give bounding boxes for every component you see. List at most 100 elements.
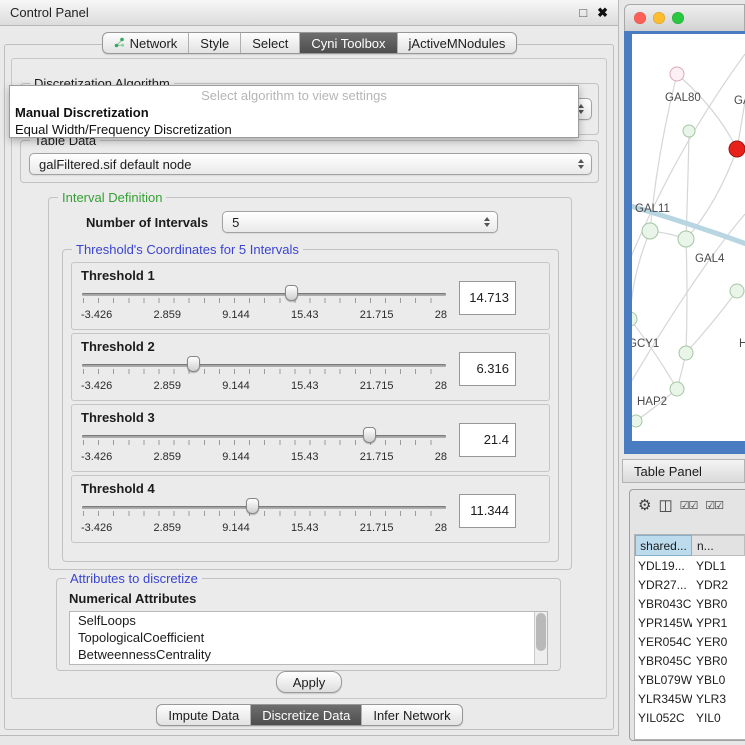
threshold-slider[interactable] [81, 427, 447, 448]
cell-shared-name[interactable]: YLR345W [635, 692, 692, 706]
threshold-value-field[interactable]: 6.316 [459, 352, 516, 386]
network-edge[interactable] [632, 319, 677, 389]
close-traffic-light-icon[interactable] [634, 12, 646, 24]
attribute-list-scrollbar[interactable] [534, 612, 547, 664]
attribute-list[interactable]: SelfLoopsTopologicalCoefficientBetweenne… [69, 611, 548, 665]
control-panel-titlebar[interactable]: Control Panel □ ✖ [0, 0, 618, 26]
table-row[interactable]: YLR345WYLR3 [635, 689, 745, 708]
network-edge[interactable] [686, 291, 737, 353]
network-node-green[interactable] [642, 223, 658, 239]
float-icon[interactable]: □ [579, 5, 587, 20]
tab-cyni-toolbox[interactable]: Cyni Toolbox [300, 33, 397, 53]
zoom-traffic-light-icon[interactable] [672, 12, 684, 24]
threshold-value-field[interactable]: 11.344 [459, 494, 516, 528]
network-window-titlebar[interactable] [624, 4, 745, 31]
cell-shared-name[interactable]: YER054C [635, 635, 692, 649]
network-node-green[interactable] [679, 346, 693, 360]
table-row[interactable]: YPR145WYPR1 [635, 613, 745, 632]
threshold-slider[interactable] [81, 356, 447, 377]
network-canvas[interactable]: GAL80GAGAL11GAL4GCY1HHAP2 [632, 34, 745, 441]
slider-track[interactable] [82, 506, 446, 509]
cell-name[interactable]: YDR2 [692, 578, 745, 592]
table-row[interactable]: YBL079WYBL0 [635, 670, 745, 689]
scrollbar-thumb[interactable] [536, 613, 546, 651]
attribute-list-item[interactable]: BetweennessCentrality [70, 646, 547, 663]
cell-name[interactable]: YER0 [692, 635, 745, 649]
network-node-green[interactable] [678, 231, 694, 247]
tab-style[interactable]: Style [189, 33, 241, 53]
network-node-green[interactable] [632, 312, 637, 326]
table-row[interactable]: YBR045CYBR0 [635, 651, 745, 670]
tab-jactivemnodules[interactable]: jActiveMNodules [398, 33, 517, 53]
slider-ticks [83, 440, 445, 445]
network-node-green[interactable] [730, 284, 744, 298]
slider-thumb[interactable] [363, 427, 376, 443]
table-panel-titlebar[interactable]: Table Panel [622, 459, 745, 483]
control-panel-window: Control Panel □ ✖ NetworkStyleSelectCyni… [0, 0, 619, 736]
network-node-pink[interactable] [670, 67, 684, 81]
number-of-intervals-combo[interactable]: 5 [222, 211, 498, 233]
network-node-red[interactable] [729, 141, 745, 157]
network-edge[interactable] [677, 74, 737, 149]
columns-icon[interactable]: ◫ [658, 497, 671, 515]
column-header-shared-name[interactable]: shared... [635, 535, 692, 556]
network-node-green[interactable] [683, 125, 695, 137]
slider-track[interactable] [82, 435, 446, 438]
cell-shared-name[interactable]: YBR045C [635, 654, 692, 668]
tab-label: jActiveMNodules [409, 36, 506, 51]
tab-network[interactable]: Network [103, 33, 190, 53]
cell-shared-name[interactable]: YBL079W [635, 673, 692, 687]
slider-thumb[interactable] [246, 498, 259, 514]
table-row[interactable]: YDR27...YDR2 [635, 575, 745, 594]
bottom-tab-bar-wrap: Impute DataDiscretize DataInfer Network [0, 704, 619, 726]
scale-tick-label: 21.715 [360, 451, 394, 463]
network-node-green[interactable] [632, 415, 642, 427]
threshold-slider[interactable] [81, 285, 447, 306]
cell-name[interactable]: YLR3 [692, 692, 745, 706]
attribute-list-item[interactable]: SelfLoops [70, 612, 547, 629]
cell-name[interactable]: YBR0 [692, 654, 745, 668]
cell-name[interactable]: YBR0 [692, 597, 745, 611]
minimize-traffic-light-icon[interactable] [653, 12, 665, 24]
tab-impute-data[interactable]: Impute Data [157, 705, 251, 725]
threshold-label: Threshold 2 [81, 339, 447, 354]
cell-name[interactable]: YDL1 [692, 559, 745, 573]
table-row[interactable]: YIL052CYIL0 [635, 708, 745, 727]
slider-track[interactable] [82, 364, 446, 367]
table-row[interactable]: YER054CYER0 [635, 632, 745, 651]
cell-shared-name[interactable]: YPR145W [635, 616, 692, 630]
threshold-value-field[interactable]: 21.4 [459, 423, 516, 457]
network-node-green[interactable] [670, 382, 684, 396]
popup-option[interactable]: Manual Discretization [10, 104, 578, 121]
cell-name[interactable]: YPR1 [692, 616, 745, 630]
column-header-name[interactable]: n... [692, 535, 745, 556]
network-edge[interactable] [737, 69, 745, 149]
tab-discretize-data[interactable]: Discretize Data [251, 705, 362, 725]
apply-button[interactable]: Apply [276, 671, 342, 693]
cell-shared-name[interactable]: YDR27... [635, 578, 692, 592]
cell-name[interactable]: YBL0 [692, 673, 745, 687]
select-columns-icon[interactable]: ☑☑ [705, 497, 723, 515]
tab-infer-network[interactable]: Infer Network [362, 705, 461, 725]
table-row[interactable]: YDL19...YDL1 [635, 556, 745, 575]
table-row[interactable]: YBR043CYBR0 [635, 594, 745, 613]
cell-shared-name[interactable]: YDL19... [635, 559, 692, 573]
popup-option[interactable]: Equal Width/Frequency Discretization [10, 121, 578, 138]
network-edge[interactable] [632, 231, 650, 319]
close-icon[interactable]: ✖ [597, 5, 608, 21]
cell-shared-name[interactable]: YIL052C [635, 711, 692, 725]
threshold-value-field[interactable]: 14.713 [459, 281, 516, 315]
slider-thumb[interactable] [187, 356, 200, 372]
cell-name[interactable]: YIL0 [692, 711, 745, 725]
network-edge[interactable] [686, 239, 687, 353]
tab-select[interactable]: Select [241, 33, 300, 53]
slider-track[interactable] [82, 293, 446, 296]
cell-shared-name[interactable]: YBR043C [635, 597, 692, 611]
attribute-list-item[interactable]: TopologicalCoefficient [70, 629, 547, 646]
gear-icon[interactable]: ⚙ [638, 497, 650, 515]
threshold-slider[interactable] [81, 498, 447, 519]
table-data-combo[interactable]: galFiltered.sif default node [29, 153, 592, 175]
slider-thumb[interactable] [285, 285, 298, 301]
select-rows-icon[interactable]: ☑☑ [680, 497, 698, 515]
scale-tick-label: -3.426 [81, 522, 112, 534]
